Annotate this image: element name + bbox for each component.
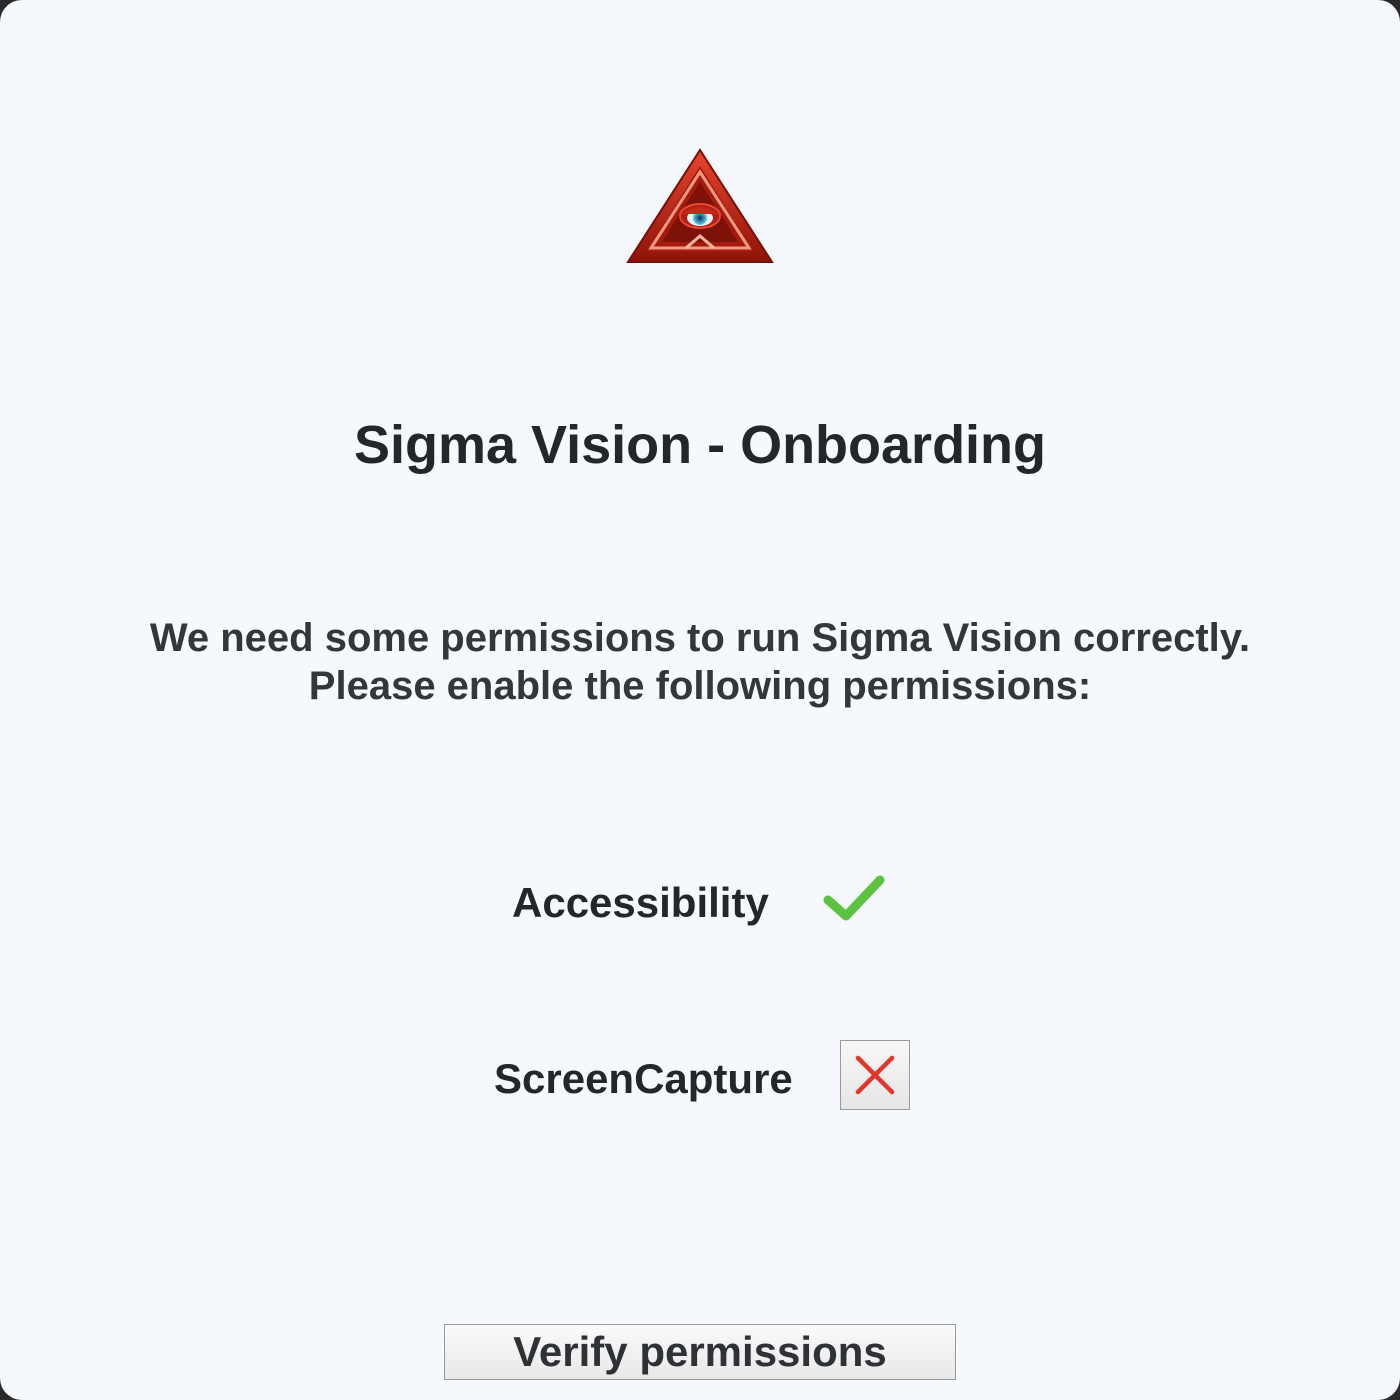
intro-text: We need some permissions to run Sigma Vi… [0, 614, 1400, 710]
intro-line-2: Please enable the following permissions: [308, 664, 1092, 708]
checkmark-icon [823, 875, 885, 921]
screen-capture-status-button[interactable] [840, 1040, 910, 1110]
permission-label-accessibility: Accessibility [512, 879, 769, 926]
page-title: Sigma Vision - Onboarding [353, 415, 1047, 475]
verify-permissions-button[interactable]: Verify permissions [444, 1324, 956, 1380]
onboarding-window: Sigma Vision - Onboarding We need some p… [0, 0, 1400, 1400]
permission-label-screen-capture: ScreenCapture [494, 1055, 793, 1102]
eye-pyramid-icon [626, 148, 774, 263]
close-icon [855, 1055, 895, 1095]
intro-line-1: We need some permissions to run Sigma Vi… [149, 616, 1251, 660]
